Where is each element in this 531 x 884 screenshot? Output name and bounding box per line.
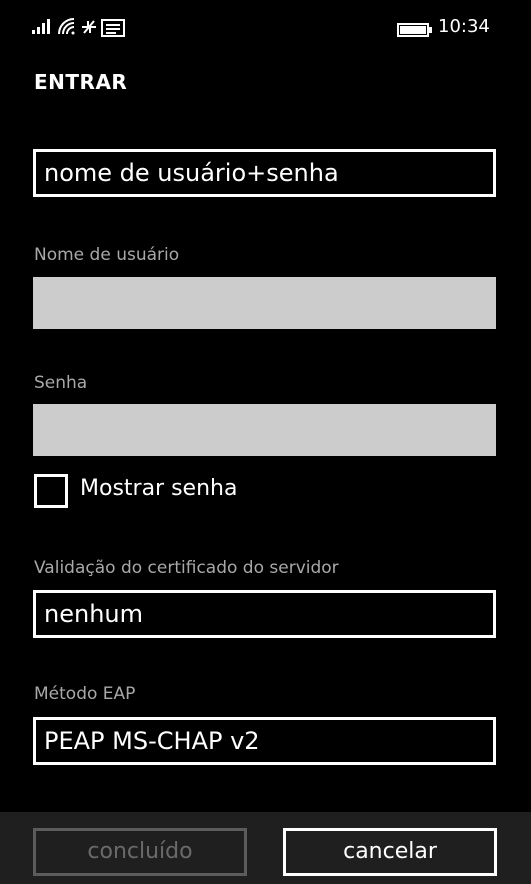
data-icon <box>80 17 98 41</box>
eap-method-select[interactable]: PEAP MS-CHAP v2 <box>33 717 496 765</box>
done-button[interactable]: concluído <box>33 828 247 876</box>
password-field[interactable] <box>33 404 496 456</box>
cert-validation-label: Validação do certificado do servidor <box>34 558 339 578</box>
password-label: Senha <box>34 373 88 393</box>
signal-icon <box>32 18 54 38</box>
show-password-label: Mostrar senha <box>80 476 238 501</box>
show-password-checkbox[interactable] <box>34 474 68 508</box>
cancel-button[interactable]: cancelar <box>283 828 497 876</box>
username-field[interactable] <box>33 277 496 329</box>
cert-validation-value: nenhum <box>44 600 143 628</box>
status-bar: 10:34 <box>0 0 531 60</box>
page-title: ENTRAR <box>34 70 128 94</box>
auth-type-select[interactable]: nome de usuário+senha <box>33 149 496 197</box>
username-label: Nome de usuário <box>34 245 180 265</box>
auth-type-value: nome de usuário+senha <box>44 159 339 187</box>
message-icon <box>101 19 125 41</box>
status-time: 10:34 <box>438 16 490 37</box>
eap-method-label: Método EAP <box>34 684 136 704</box>
eap-method-value: PEAP MS-CHAP v2 <box>44 727 260 755</box>
battery-icon <box>397 22 433 41</box>
app-bar: concluído cancelar <box>0 812 531 884</box>
wifi-icon <box>56 16 76 40</box>
cert-validation-select[interactable]: nenhum <box>33 590 496 638</box>
